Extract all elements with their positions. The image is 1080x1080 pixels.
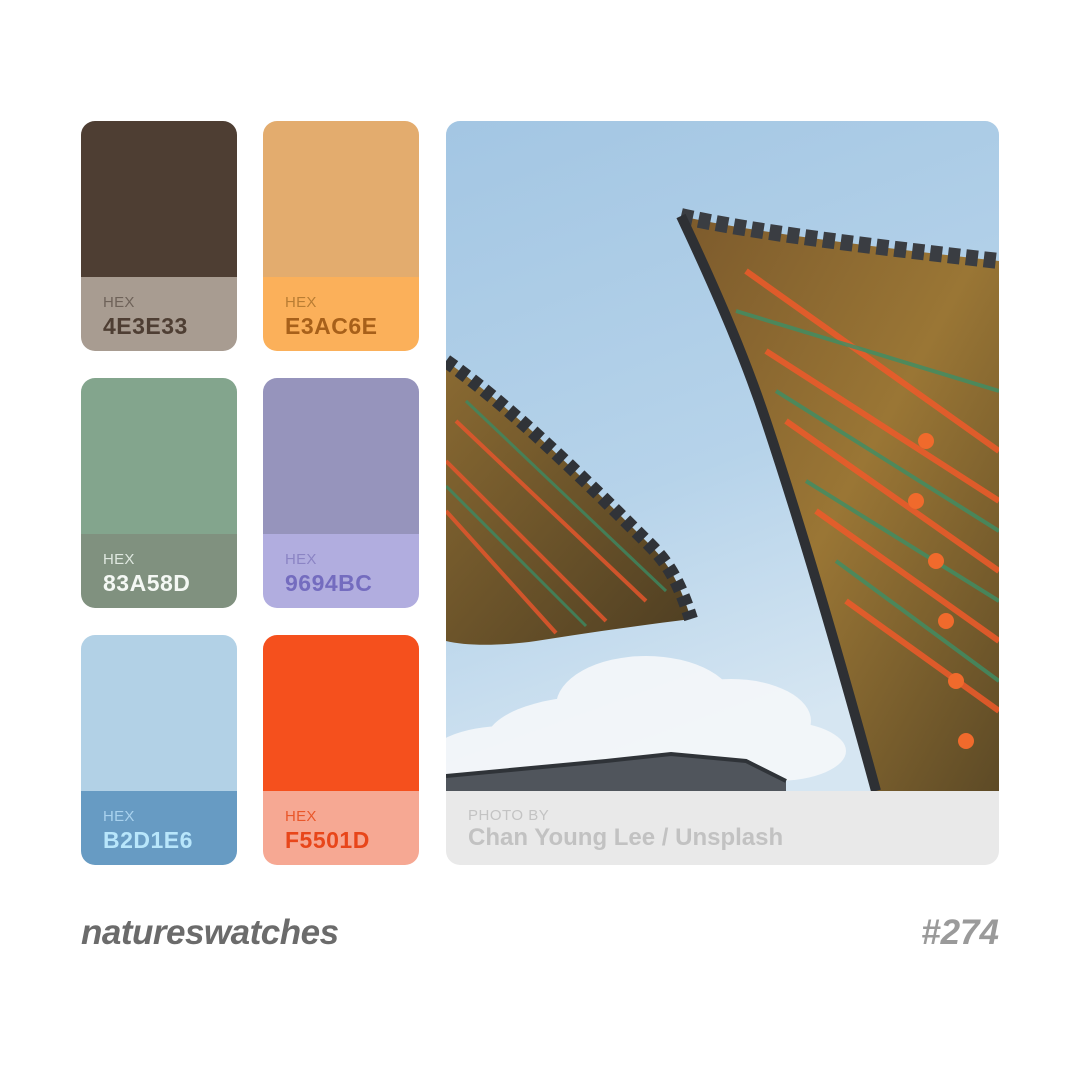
palette-number: #274 [921, 913, 999, 952]
photo-palace-roof [446, 121, 999, 791]
swatch-1-hex-label: HEX [103, 294, 135, 311]
swatch-2-info: HEX E3AC6E [263, 277, 419, 351]
brand-wordmark: natureswatches [81, 913, 339, 952]
swatch-4-hex-label: HEX [285, 551, 317, 568]
swatch-6: HEX F5501D [263, 635, 419, 865]
swatch-2-hex-label: HEX [285, 294, 317, 311]
swatch-4-info: HEX 9694BC [263, 534, 419, 608]
swatch-1-hex-value: 4E3E33 [103, 313, 188, 339]
swatch-3-hex-value: 83A58D [103, 570, 191, 596]
swatch-4-hex-value: 9694BC [285, 570, 373, 596]
swatch-3-info: HEX 83A58D [81, 534, 237, 608]
swatch-3-color [81, 378, 237, 534]
swatch-5: HEX B2D1E6 [81, 635, 237, 865]
photo-credit-name: Chan Young Lee / Unsplash [468, 824, 784, 851]
swatch-3-hex-label: HEX [103, 551, 135, 568]
photo-credit-label: PHOTO BY [468, 807, 550, 824]
swatch-2: HEX E3AC6E [263, 121, 419, 351]
swatch-1-color [81, 121, 237, 277]
swatch-5-color [81, 635, 237, 791]
swatch-5-hex-label: HEX [103, 808, 135, 825]
swatch-3: HEX 83A58D [81, 378, 237, 608]
swatch-1: HEX 4E3E33 [81, 121, 237, 351]
swatch-6-info: HEX F5501D [263, 791, 419, 865]
swatch-4: HEX 9694BC [263, 378, 419, 608]
swatch-1-info: HEX 4E3E33 [81, 277, 237, 351]
swatch-6-hex-label: HEX [285, 808, 317, 825]
swatch-5-hex-value: B2D1E6 [103, 827, 193, 853]
swatch-2-color [263, 121, 419, 277]
swatch-6-hex-value: F5501D [285, 827, 370, 853]
swatch-6-color [263, 635, 419, 791]
swatch-5-info: HEX B2D1E6 [81, 791, 237, 865]
swatch-4-color [263, 378, 419, 534]
swatch-2-hex-value: E3AC6E [285, 313, 378, 339]
photo-card: PHOTO BY Chan Young Lee / Unsplash [446, 121, 999, 865]
